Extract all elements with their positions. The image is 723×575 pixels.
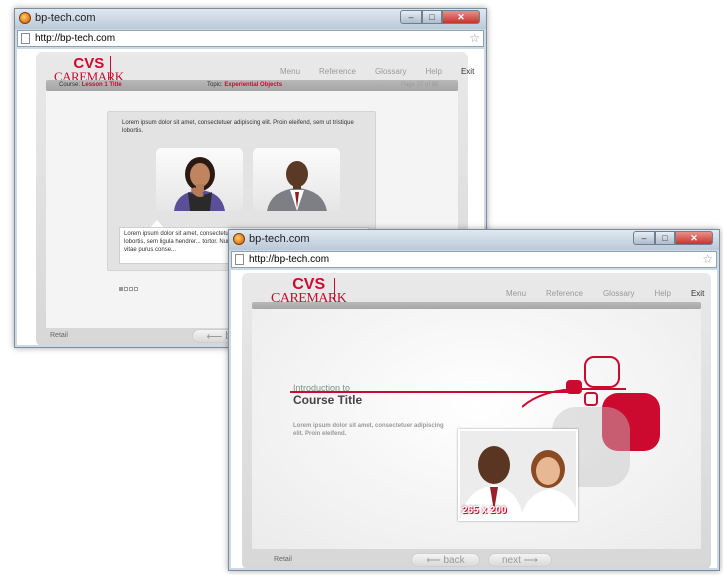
- close-button[interactable]: ✕: [675, 231, 713, 245]
- man-figure-icon: [267, 161, 327, 211]
- window-controls: – □ ✕: [400, 10, 480, 24]
- topic-value: Experiential Objects: [224, 82, 283, 88]
- nav-reference[interactable]: Reference: [319, 67, 356, 76]
- topic-label: Topic: Experiential Objects: [207, 82, 283, 88]
- character-portrait-woman[interactable]: [156, 148, 243, 211]
- footer-retail-label: Retail: [274, 556, 292, 563]
- title-slide-stage: Introduction to Course Title Lorem ipsum…: [252, 309, 701, 549]
- window-title: bp-tech.com: [249, 233, 310, 245]
- minimize-button[interactable]: –: [400, 10, 422, 24]
- character-portrait-man[interactable]: [253, 148, 340, 211]
- close-button[interactable]: ✕: [442, 10, 480, 24]
- pharmacists-photo: 265 x 200: [458, 429, 578, 521]
- browser-window-front: bp-tech.com – □ ✕ http://bp-tech.com ☆ C…: [228, 229, 720, 571]
- pager-dot-3[interactable]: [129, 287, 133, 291]
- favorite-star-icon[interactable]: ☆: [469, 31, 480, 45]
- address-text[interactable]: http://bp-tech.com: [35, 33, 115, 44]
- logo-divider: [110, 56, 111, 80]
- page-icon: [21, 33, 30, 44]
- pager-dot-2[interactable]: [124, 287, 128, 291]
- cvs-caremark-logo: CVS CAREMARK: [54, 56, 124, 83]
- window-title: bp-tech.com: [35, 12, 96, 24]
- title-bar[interactable]: bp-tech.com – □ ✕: [229, 230, 719, 250]
- intro-label: Introduction to: [293, 383, 351, 393]
- pager-dot-4[interactable]: [134, 287, 138, 291]
- slide-pager: [119, 287, 139, 291]
- next-arrow-icon: ⟶: [523, 554, 539, 566]
- course-value: Lesson 1 Title: [81, 82, 122, 88]
- address-bar[interactable]: http://bp-tech.com ☆: [231, 251, 717, 268]
- nav-menu[interactable]: Menu: [280, 67, 300, 76]
- dialog-intro-text: Lorem ipsum dolor sit amet, consectetuer…: [122, 120, 354, 134]
- site-favicon-icon: [19, 12, 31, 24]
- nav-glossary[interactable]: Glossary: [375, 67, 407, 76]
- address-text[interactable]: http://bp-tech.com: [249, 254, 329, 265]
- nav-menu[interactable]: Menu: [506, 289, 526, 298]
- site-favicon-icon: [233, 233, 245, 245]
- woman-figure-icon: [174, 157, 225, 211]
- page-content: CVS CAREMARK Menu Reference Glossary Hel…: [231, 270, 717, 568]
- window-controls: – □ ✕: [633, 231, 713, 245]
- back-arrow-icon: ⟵: [426, 554, 441, 566]
- course-footer: Retail ⟵ back next ⟶: [242, 551, 711, 568]
- nav-help[interactable]: Help: [426, 67, 442, 76]
- nav-reference[interactable]: Reference: [546, 289, 583, 298]
- course-nav: Menu Reference Glossary Help Exit: [506, 289, 704, 298]
- back-arrow-icon: ⟵: [206, 330, 223, 343]
- back-button-label: back: [443, 554, 465, 566]
- image-size-label: 265 x 200: [462, 505, 507, 516]
- logo-divider: [334, 278, 335, 301]
- minimize-button[interactable]: –: [633, 231, 655, 245]
- maximize-button[interactable]: □: [422, 10, 442, 24]
- course-title: Course Title: [293, 393, 363, 407]
- next-button[interactable]: next ⟶: [488, 553, 552, 567]
- back-button[interactable]: ⟵ back: [411, 553, 480, 567]
- nav-help[interactable]: Help: [655, 289, 671, 298]
- favorite-star-icon[interactable]: ☆: [702, 252, 713, 266]
- course-nav: Menu Reference Glossary Help Exit: [280, 67, 474, 76]
- title-bar[interactable]: bp-tech.com – □ ✕: [15, 9, 486, 29]
- header-bar: [252, 302, 701, 309]
- nav-exit[interactable]: Exit: [691, 289, 704, 298]
- nav-exit[interactable]: Exit: [461, 67, 474, 76]
- page-icon: [235, 254, 244, 265]
- maximize-button[interactable]: □: [655, 231, 675, 245]
- nav-glossary[interactable]: Glossary: [603, 289, 635, 298]
- next-button-label: next: [501, 554, 521, 566]
- intro-body-text: Lorem ipsum dolor sit amet, consectetuer…: [293, 423, 444, 437]
- course-frame: CVS CAREMARK Menu Reference Glossary Hel…: [242, 273, 711, 568]
- address-bar[interactable]: http://bp-tech.com ☆: [17, 30, 484, 47]
- pager-dot-1[interactable]: [119, 287, 123, 291]
- footer-retail-label: Retail: [50, 332, 68, 339]
- page-counter: Page 37 of 88: [401, 82, 439, 88]
- course-label: Course: Lesson 1 Title: [59, 82, 122, 88]
- course-info-bar: Course: Lesson 1 Title Topic: Experienti…: [46, 80, 458, 91]
